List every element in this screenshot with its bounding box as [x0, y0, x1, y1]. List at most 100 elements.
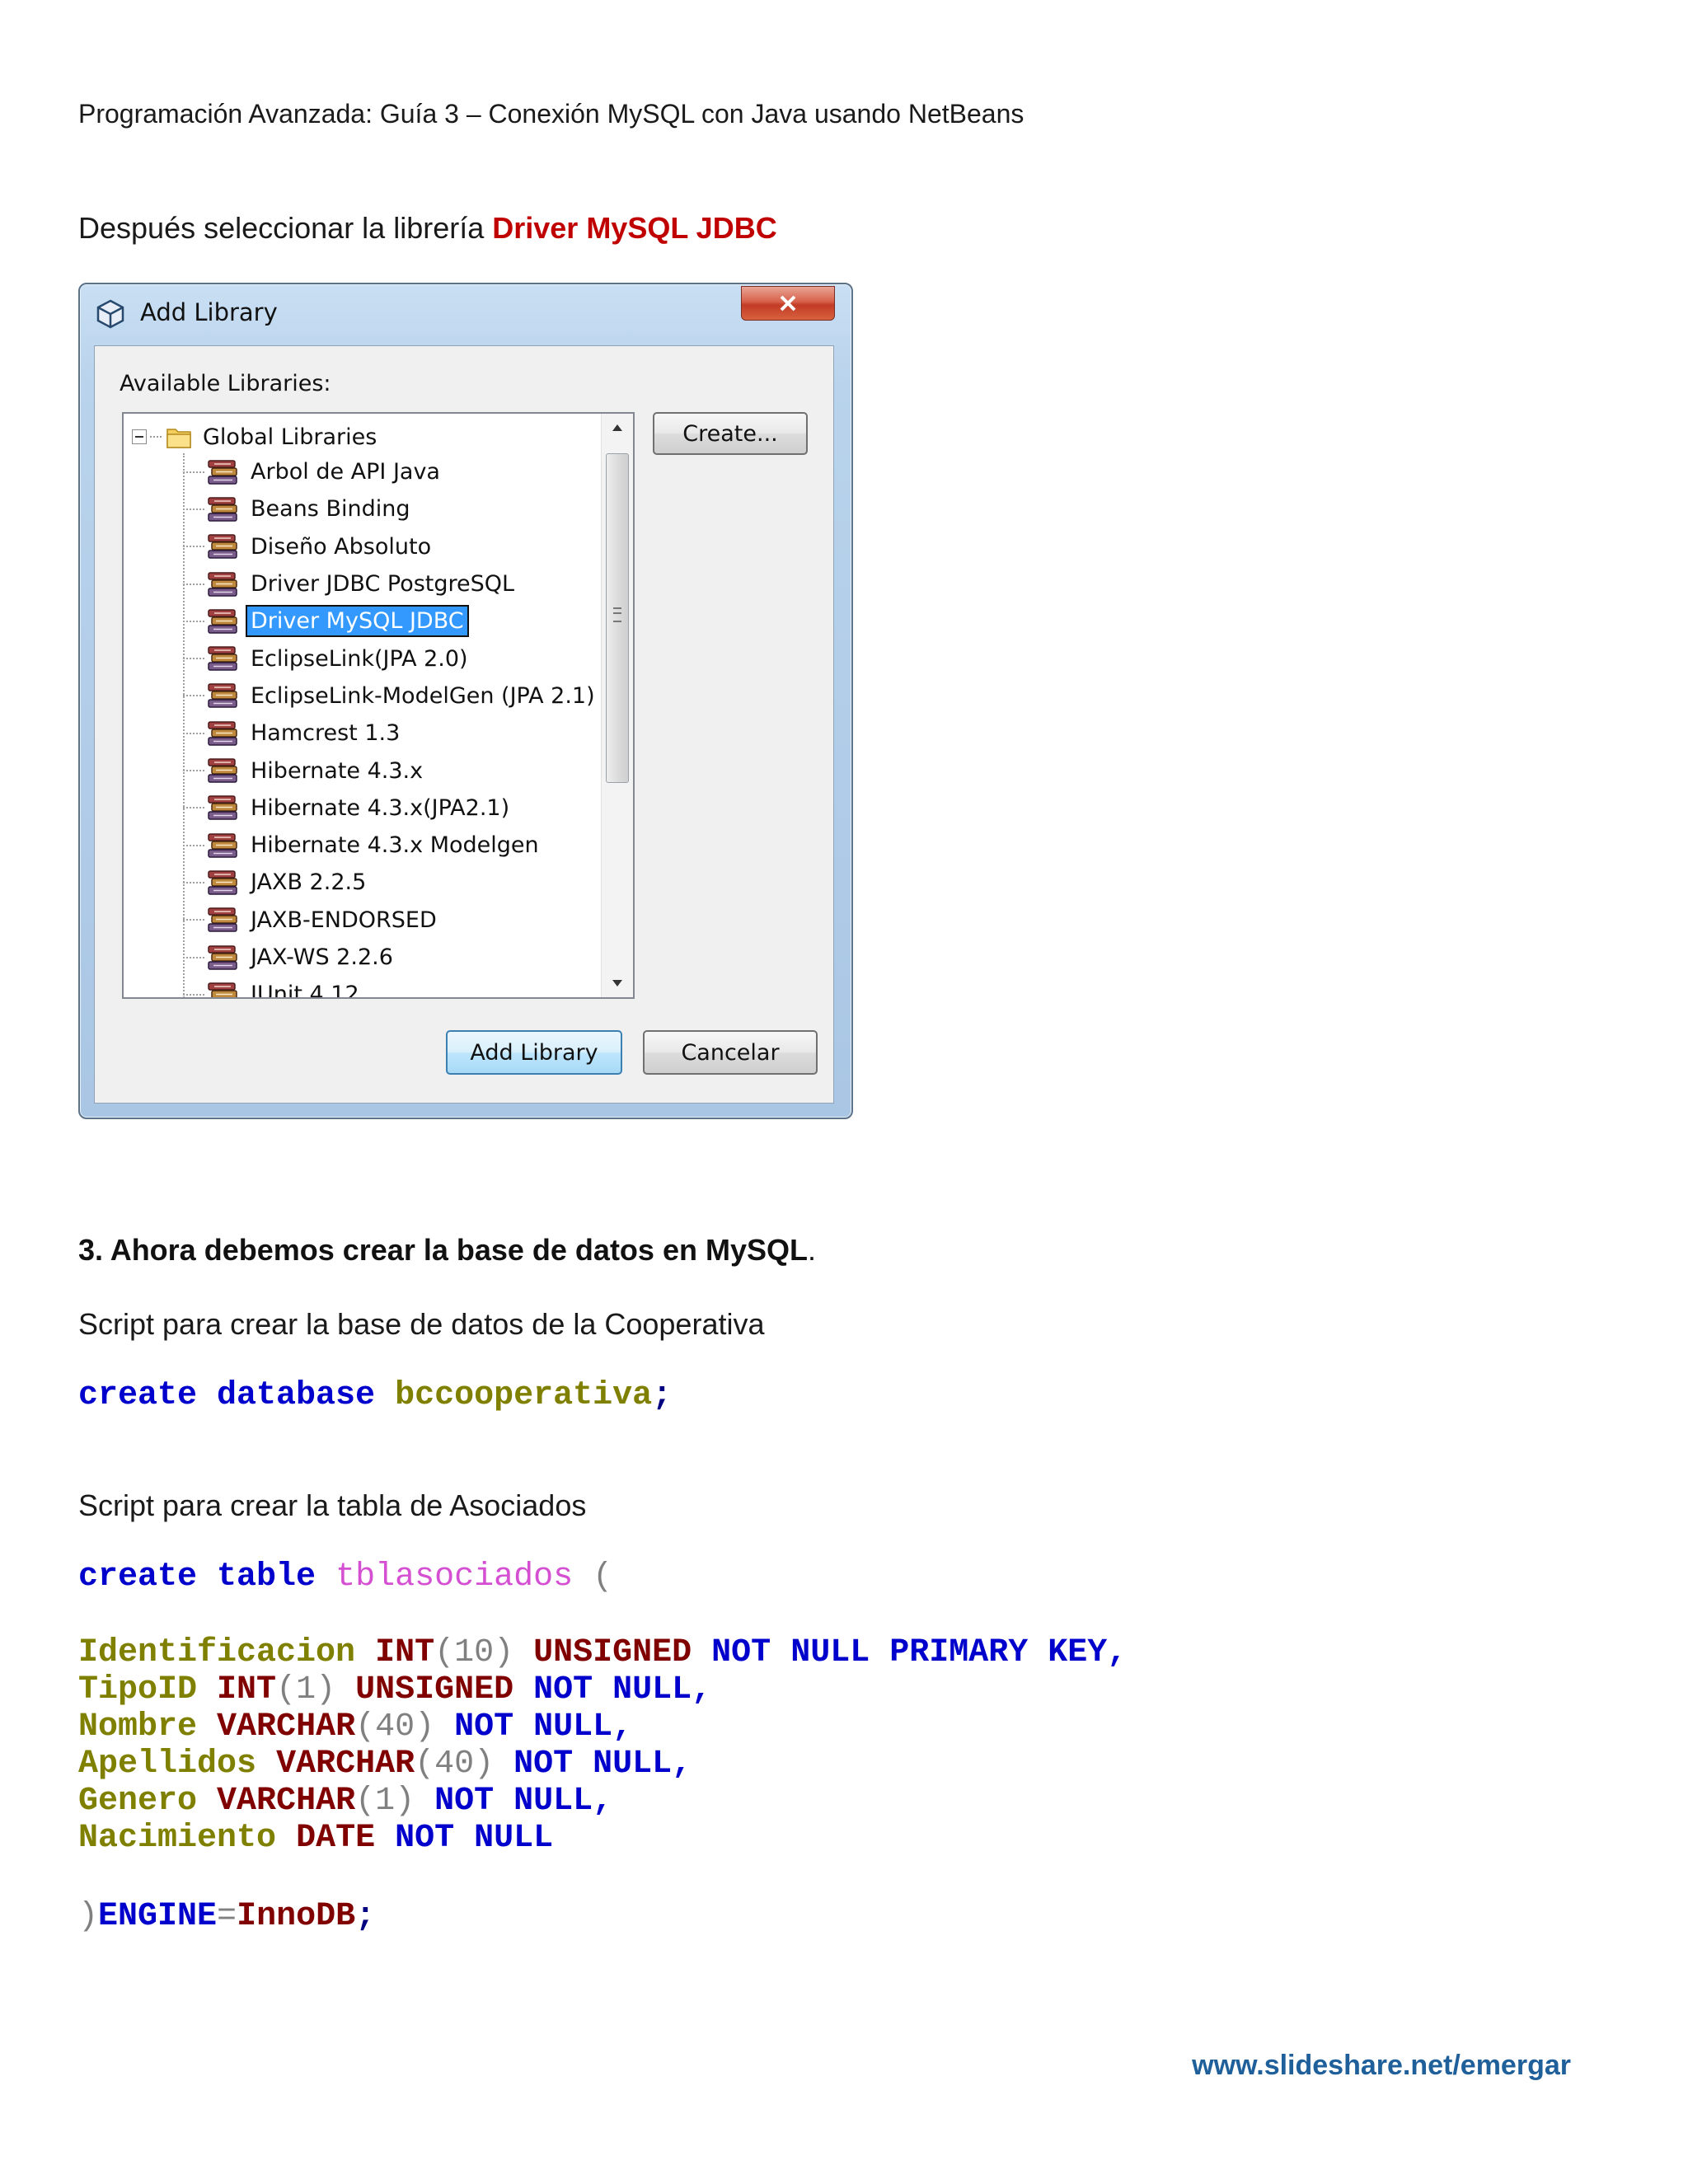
- library-item[interactable]: Hamcrest 1.3: [183, 715, 600, 752]
- tree-connector: [183, 620, 204, 622]
- library-book-icon: [208, 646, 237, 671]
- column-unsigned: UNSIGNED: [533, 1634, 692, 1671]
- column-type: VARCHAR: [217, 1708, 356, 1746]
- tree-scrollbar[interactable]: [601, 414, 633, 997]
- table-script-label: Script para crear la tabla de Asociados: [78, 1488, 587, 1522]
- column-constraints: NOT NULL,: [513, 1746, 692, 1783]
- library-item[interactable]: Driver JDBC PostgreSQL: [183, 565, 600, 602]
- library-item[interactable]: JAX-WS 2.2.6: [183, 939, 600, 976]
- library-item-label: Arbol de API Java: [251, 459, 440, 485]
- tree-connector: [183, 546, 204, 548]
- library-item[interactable]: Hibernate 4.3.x: [183, 752, 600, 789]
- column-unsigned: UNSIGNED: [355, 1671, 514, 1708]
- library-item-label: Hamcrest 1.3: [251, 720, 401, 747]
- column-type: INT: [375, 1634, 435, 1671]
- tree-root-global-libraries[interactable]: Global Libraries: [132, 420, 377, 453]
- column-constraints: NOT NULL,: [454, 1708, 633, 1746]
- tree-connector: [183, 993, 204, 996]
- library-item[interactable]: EclipseLink(JPA 2.0): [183, 640, 600, 677]
- code-engine-keyword: ENGINE: [98, 1898, 218, 1935]
- code-close-paren: ): [78, 1898, 99, 1935]
- library-book-icon: [208, 907, 237, 932]
- column-type: INT: [217, 1671, 277, 1708]
- library-item[interactable]: JAXB 2.2.5: [183, 864, 600, 901]
- library-item[interactable]: Hibernate 4.3.x Modelgen: [183, 827, 600, 864]
- tree-connector: [183, 844, 204, 846]
- scrollbar-thumb[interactable]: [606, 453, 629, 783]
- library-item-label: Beans Binding: [251, 496, 410, 523]
- library-book-icon: [208, 497, 237, 522]
- library-book-icon: [208, 758, 237, 783]
- tree-connector: [183, 919, 204, 921]
- library-item-label: Hibernate 4.3.x Modelgen: [251, 832, 539, 859]
- scroll-up-arrow-icon[interactable]: [602, 414, 633, 442]
- library-item[interactable]: Hibernate 4.3.x(JPA2.1): [183, 790, 600, 827]
- library-item-label: JUnit 4.12: [251, 982, 359, 999]
- scroll-grip-icon: [613, 607, 621, 622]
- tree-connector: [183, 658, 204, 660]
- library-item[interactable]: Arbol de API Java: [183, 453, 600, 490]
- library-book-icon: [208, 982, 237, 997]
- section-heading-text: 3. Ahora debemos crear la base de datos …: [78, 1233, 808, 1267]
- library-item[interactable]: Driver MySQL JDBC: [183, 602, 600, 640]
- library-item[interactable]: JUnit 4.12: [183, 976, 600, 999]
- footer-link[interactable]: www.slideshare.net/emergar: [1192, 2050, 1571, 2082]
- library-book-icon: [208, 944, 237, 970]
- column-name: TipoID: [78, 1671, 198, 1708]
- column-name: Identificacion: [78, 1634, 356, 1671]
- dialog-body: Available Libraries: Global Libraries Ar…: [94, 345, 834, 1104]
- column-definitions: Identificacion INT(10) UNSIGNED NOT NULL…: [78, 1634, 1127, 1857]
- library-book-icon: [208, 720, 237, 746]
- add-library-button[interactable]: Add Library: [446, 1030, 622, 1075]
- tree-connector: [183, 695, 204, 697]
- column-definition-line: Identificacion INT(10) UNSIGNED NOT NULL…: [78, 1634, 1127, 1671]
- column-constraints: NOT NULL: [395, 1820, 554, 1857]
- dialog-title: Add Library: [140, 298, 278, 326]
- library-item[interactable]: Beans Binding: [183, 490, 600, 527]
- column-definition-line: Nombre VARCHAR(40) NOT NULL,: [78, 1708, 1127, 1746]
- library-item-label: JAX-WS 2.2.6: [251, 944, 393, 970]
- netbeans-cube-icon: [96, 299, 124, 329]
- column-size: (10): [434, 1634, 514, 1671]
- library-item[interactable]: Diseño Absoluto: [183, 528, 600, 565]
- code-keyword: create database: [78, 1377, 376, 1414]
- column-constraints: NOT NULL,: [434, 1783, 613, 1820]
- column-definition-line: Genero VARCHAR(1) NOT NULL,: [78, 1783, 1127, 1820]
- column-name: Apellidos: [78, 1746, 257, 1783]
- section-heading: 3. Ahora debemos crear la base de datos …: [78, 1233, 816, 1268]
- tree-connector: [183, 732, 204, 734]
- scroll-down-arrow-icon[interactable]: [602, 969, 633, 997]
- intro-text: Después seleccionar la librería: [78, 211, 493, 245]
- cancel-button[interactable]: Cancelar: [643, 1030, 818, 1075]
- column-constraints: NOT NULL,: [533, 1671, 712, 1708]
- column-definition-line: TipoID INT(1) UNSIGNED NOT NULL,: [78, 1671, 1127, 1708]
- code-engine-value: InnoDB: [237, 1898, 356, 1935]
- column-size: (40): [355, 1708, 435, 1746]
- library-book-icon: [208, 832, 237, 858]
- column-size: (1): [355, 1783, 415, 1820]
- collapse-toggle-icon[interactable]: [132, 429, 147, 444]
- code-semicolon: ;: [355, 1898, 376, 1935]
- code-open-paren: (: [593, 1558, 613, 1596]
- library-item-label: Hibernate 4.3.x: [251, 757, 424, 784]
- tree-connector: [183, 807, 204, 809]
- library-book-icon: [208, 609, 237, 634]
- dialog-titlebar[interactable]: Add Library: [80, 284, 851, 335]
- create-table-code: create table tblasociados (: [78, 1558, 612, 1596]
- code-database-name: bccooperativa: [395, 1377, 653, 1414]
- library-tree[interactable]: Global Libraries Arbol de API Java Beans …: [122, 412, 635, 999]
- tree-connector: [183, 770, 204, 772]
- library-item-label: JAXB-ENDORSED: [251, 907, 437, 933]
- available-libraries-label: Available Libraries:: [120, 371, 331, 396]
- create-database-code: create database bccooperativa;: [78, 1377, 672, 1414]
- tree-connector: [183, 881, 204, 883]
- folder-icon: [166, 429, 191, 448]
- library-item-label: Driver JDBC PostgreSQL: [251, 571, 515, 598]
- library-item[interactable]: JAXB-ENDORSED: [183, 902, 600, 939]
- close-icon: [780, 295, 796, 312]
- create-button[interactable]: Create...: [653, 412, 808, 455]
- close-button[interactable]: [741, 286, 835, 321]
- library-item[interactable]: EclipseLink-ModelGen (JPA 2.1): [183, 677, 600, 715]
- intro-highlight: Driver MySQL JDBC: [492, 211, 777, 245]
- library-book-icon: [208, 571, 237, 597]
